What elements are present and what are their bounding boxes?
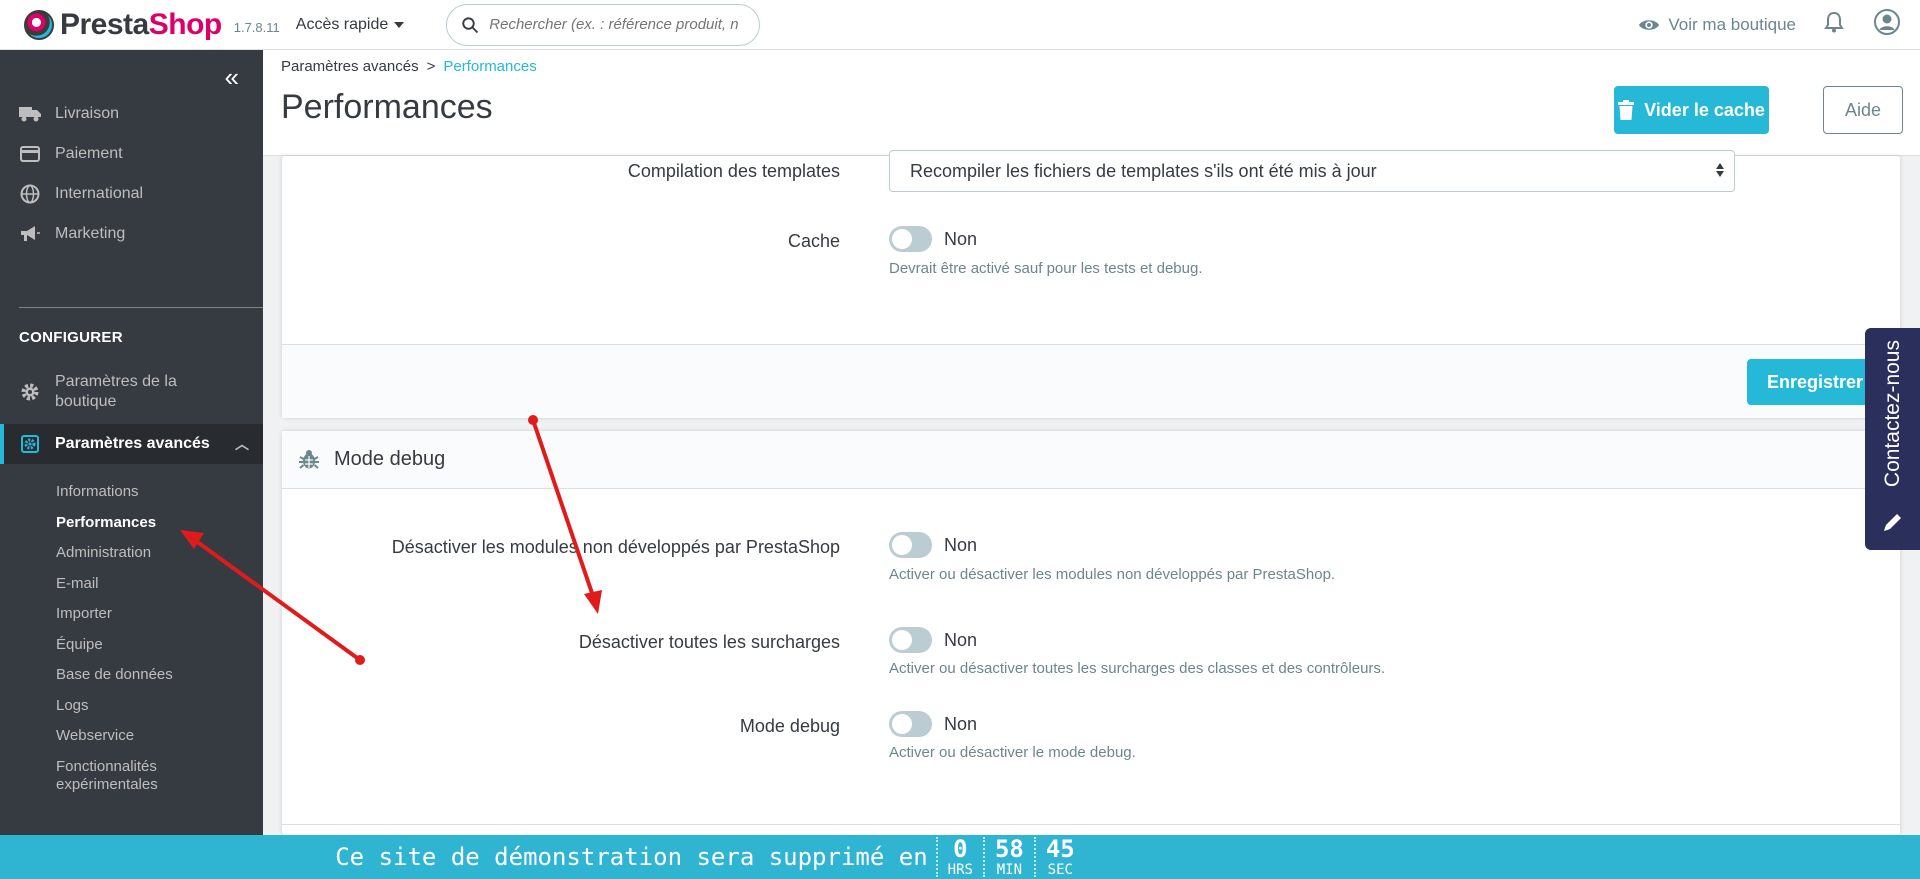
sidebar-subitem-database[interactable]: Base de données bbox=[56, 666, 173, 684]
disable-overrides-toggle[interactable]: Non bbox=[889, 627, 977, 653]
smarty-panel: Compilation des templates Recompiler les… bbox=[282, 150, 1900, 418]
truck-icon bbox=[19, 106, 41, 122]
debug-mode-help: Activer ou désactiver le mode debug. bbox=[889, 744, 1136, 761]
notifications-bell-icon[interactable] bbox=[1824, 11, 1844, 38]
eye-icon bbox=[1639, 19, 1660, 30]
sidebar-subitem-informations[interactable]: Informations bbox=[56, 483, 139, 501]
sidebar-subitem-logs[interactable]: Logs bbox=[56, 697, 89, 715]
demo-message: Ce site de démonstration sera supprimé e… bbox=[335, 843, 928, 871]
help-button[interactable]: Aide bbox=[1823, 86, 1903, 134]
cache-help-text: Devrait être activé sauf pour les tests … bbox=[889, 260, 1203, 277]
debug-mode-toggle[interactable]: Non bbox=[889, 711, 977, 737]
debug-panel-heading: Mode debug bbox=[282, 431, 1900, 489]
page-header: Paramètres avancés > Performances Performa… bbox=[263, 50, 1920, 156]
toggle-switch[interactable] bbox=[889, 532, 932, 558]
smarty-panel-footer: Enregistrer bbox=[282, 344, 1900, 418]
globe-icon bbox=[19, 184, 41, 204]
search-bar[interactable] bbox=[446, 3, 761, 46]
countdown-seconds: 45 SEC bbox=[1033, 837, 1085, 877]
version-label: 1.7.8.11 bbox=[233, 20, 280, 35]
top-header: PrestaShop 1.7.8.11 Accès rapide Voir ma… bbox=[0, 0, 1920, 50]
toggle-switch[interactable] bbox=[889, 226, 932, 252]
sidebar-subitem-performances[interactable]: Performances bbox=[56, 514, 156, 532]
breadcrumb-current[interactable]: Performances bbox=[443, 58, 536, 75]
user-account-icon[interactable] bbox=[1874, 9, 1900, 40]
quick-access-dropdown[interactable]: Accès rapide bbox=[296, 16, 405, 34]
collapse-sidebar-icon[interactable]: « bbox=[225, 64, 239, 90]
pencil-icon bbox=[1882, 511, 1904, 538]
debug-mode-panel: Mode debug Désactiver les modules non dé… bbox=[282, 431, 1900, 835]
megaphone-icon bbox=[19, 225, 41, 243]
sidebar-item-shop-parameters[interactable]: Paramètres de la boutique bbox=[0, 370, 263, 414]
debug-mode-label: Mode debug bbox=[739, 716, 840, 736]
disable-modules-help: Activer ou désactiver les modules non dé… bbox=[889, 566, 1336, 583]
countdown-hours: 0 HRS bbox=[935, 837, 983, 877]
contact-us-tab[interactable]: Contactez-nous bbox=[1865, 328, 1920, 550]
demo-countdown-bar: Ce site de démonstration sera supprimé e… bbox=[0, 835, 1920, 879]
sidebar-divider bbox=[19, 307, 263, 308]
sidebar-subitem-email[interactable]: E-mail bbox=[56, 575, 99, 593]
countdown-minutes: 58 MIN bbox=[982, 837, 1034, 877]
toggle-switch[interactable] bbox=[889, 627, 932, 653]
caret-down-icon bbox=[394, 21, 405, 28]
compile-templates-select[interactable]: Recompiler les fichiers de templates s'i… bbox=[889, 150, 1735, 192]
sidebar-subitem-administration[interactable]: Administration bbox=[56, 544, 151, 562]
credit-card-icon bbox=[19, 146, 41, 162]
gear-icon bbox=[19, 382, 41, 402]
disable-overrides-help: Activer ou désactiver toutes les surchar… bbox=[889, 660, 1386, 677]
select-arrows-icon bbox=[1716, 163, 1724, 177]
sidebar-section-configurer: CONFIGURER bbox=[19, 329, 123, 346]
sidebar: « Livraison Paiement International Marke… bbox=[0, 50, 263, 835]
clear-cache-button[interactable]: Vider le cache bbox=[1614, 86, 1769, 134]
sidebar-subitem-experimental[interactable]: Fonctionnalités expérimentales bbox=[56, 758, 206, 794]
view-shop-link[interactable]: Voir ma boutique bbox=[1638, 15, 1796, 35]
breadcrumb-parent[interactable]: Paramètres avancés bbox=[281, 58, 419, 75]
bug-icon bbox=[298, 449, 320, 471]
panel-divider bbox=[282, 824, 1900, 825]
disable-modules-toggle[interactable]: Non bbox=[889, 532, 977, 558]
disable-overrides-label: Désactiver toutes les surcharges bbox=[578, 632, 840, 652]
breadcrumb: Paramètres avancés > Performances bbox=[281, 58, 537, 75]
sidebar-item-paiement[interactable]: Paiement bbox=[0, 134, 263, 174]
prestashop-logo[interactable]: PrestaShop bbox=[24, 8, 222, 42]
debug-panel-title: Mode debug bbox=[334, 448, 446, 470]
advanced-settings-icon bbox=[19, 434, 41, 454]
sidebar-item-advanced-parameters[interactable]: Paramètres avancés ︿ bbox=[0, 424, 263, 464]
disable-modules-label: Désactiver les modules non développés pa… bbox=[391, 537, 840, 557]
cache-label: Cache bbox=[787, 231, 840, 251]
toggle-switch[interactable] bbox=[889, 711, 932, 737]
prestashop-puffin-icon bbox=[24, 9, 54, 40]
search-input[interactable] bbox=[489, 16, 740, 33]
search-icon bbox=[462, 16, 479, 33]
sidebar-item-livraison[interactable]: Livraison bbox=[0, 94, 263, 134]
sidebar-subitem-webservice[interactable]: Webservice bbox=[56, 727, 134, 745]
sidebar-item-marketing[interactable]: Marketing bbox=[0, 214, 263, 254]
sidebar-subitem-equipe[interactable]: Équipe bbox=[56, 636, 103, 654]
page-title: Performances bbox=[281, 88, 493, 126]
compile-templates-label: Compilation des templates bbox=[627, 161, 840, 181]
sidebar-item-international[interactable]: International bbox=[0, 174, 263, 214]
chevron-up-icon: ︿ bbox=[235, 436, 249, 452]
cache-toggle[interactable]: Non bbox=[889, 226, 977, 252]
sidebar-subitem-importer[interactable]: Importer bbox=[56, 605, 112, 623]
trash-icon bbox=[1618, 100, 1635, 120]
